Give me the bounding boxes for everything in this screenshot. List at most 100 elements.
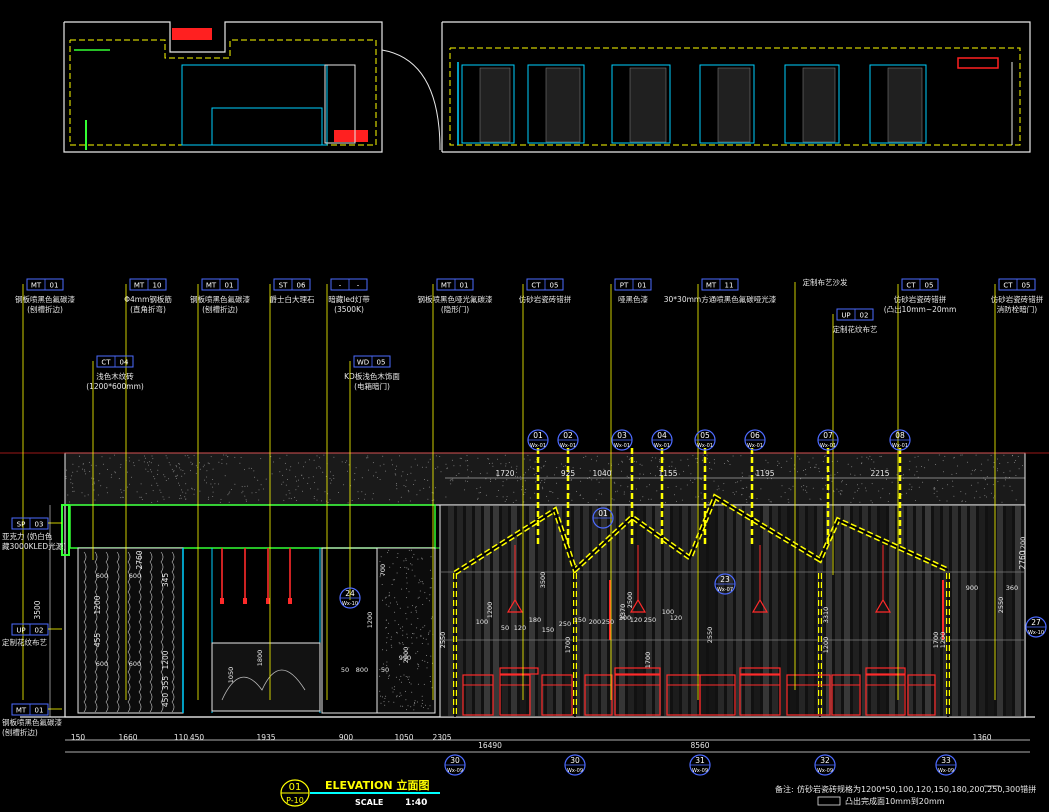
marker-sheet: Wx-09 bbox=[567, 768, 583, 774]
left-material-tag: UP 02 定制花纹布艺 bbox=[2, 623, 62, 647]
tag-description: 藏3000KLED光源) bbox=[2, 541, 66, 551]
dimension-detail: 2500 bbox=[626, 592, 634, 609]
dimension-detail: 1200 bbox=[366, 612, 374, 629]
tag-description: 定制布艺沙发 bbox=[803, 277, 848, 287]
marker-number: 33 bbox=[941, 756, 951, 765]
dimension-detail: 1700 bbox=[644, 652, 652, 669]
marker-sheet: Wx-09 bbox=[692, 768, 708, 774]
tag-description: (1200*600mm) bbox=[86, 382, 144, 391]
tag-number: 01 bbox=[35, 707, 44, 715]
tag-number: 10 bbox=[153, 282, 162, 290]
marker-sheet: Wx-09 bbox=[817, 768, 833, 774]
tag-description: 哑黑色漆 bbox=[618, 294, 648, 304]
tag-code: CT bbox=[101, 359, 111, 367]
dimension-detail: 50 bbox=[381, 666, 389, 674]
dimension-detail: 600 bbox=[96, 660, 108, 668]
tag-number: 05 bbox=[377, 359, 386, 367]
dimension-detail: 150 bbox=[542, 626, 554, 634]
frame-marker: 05 Wx-01 bbox=[694, 429, 716, 451]
elevation-view bbox=[0, 448, 1049, 718]
dimension-detail: 1700 bbox=[564, 637, 572, 654]
dimension-detail: 50 bbox=[341, 666, 349, 674]
marker-sheet: Wx-10 bbox=[1028, 630, 1044, 636]
marker-number: 01 bbox=[533, 431, 543, 440]
dimension-detail: 150 bbox=[574, 616, 586, 624]
tag-code: MT bbox=[16, 707, 27, 715]
tag-description: 钢板喷黑色氟碳漆 bbox=[15, 294, 75, 304]
dimension-detail: 3370 bbox=[619, 604, 627, 621]
dimension-detail: 50 bbox=[501, 624, 509, 632]
tag-code: PT bbox=[620, 282, 629, 290]
dimension-vertical: 2760 bbox=[135, 550, 144, 569]
dimension-detail: 1200 bbox=[822, 637, 830, 654]
tag-number: 02 bbox=[35, 627, 44, 635]
dimension-vertical: 1200 bbox=[161, 650, 170, 669]
dimension-bottom: 2305 bbox=[432, 733, 451, 742]
dimension-detail: 120 bbox=[670, 614, 682, 622]
tag-description: 仿砂岩瓷砖错拼 bbox=[519, 294, 572, 304]
marker-sheet: Wx-09 bbox=[447, 768, 463, 774]
tag-number: 06 bbox=[297, 282, 306, 290]
dimension-bottom: 150 bbox=[71, 733, 86, 742]
dimension-detail: 900 bbox=[966, 584, 978, 592]
tag-code: UP bbox=[841, 312, 850, 320]
tag-description: 爵士白大理石 bbox=[270, 294, 315, 304]
tag-description: Φ4mm钢板筋 bbox=[124, 294, 172, 304]
tag-code: CT bbox=[531, 282, 541, 290]
dimension-vertical: 450 bbox=[161, 693, 170, 708]
tag-code: MT bbox=[706, 282, 717, 290]
marker-number: 30 bbox=[450, 756, 460, 765]
section-marker: 30 Wx-09 bbox=[444, 754, 466, 776]
dimension-detail: 1200 bbox=[1019, 537, 1027, 554]
title-sheet: P-10 bbox=[286, 796, 304, 805]
tag-number: 01 bbox=[460, 282, 469, 290]
dimension-top: 1155 bbox=[658, 469, 677, 478]
tag-description: 浅色木纹砖 bbox=[96, 371, 134, 381]
marker-sheet: Wx-01 bbox=[530, 443, 546, 449]
tag-code: - bbox=[339, 282, 342, 290]
frame-marker: 04 Wx-01 bbox=[651, 429, 673, 451]
floor-plan bbox=[63, 21, 1031, 153]
title-scale-value: 1:40 bbox=[405, 798, 427, 808]
tag-number: 05 bbox=[550, 282, 559, 290]
marker-number: 30 bbox=[570, 756, 580, 765]
tag-description: (凸出10mm~20mm bbox=[884, 304, 957, 314]
dimension-detail: 120 bbox=[630, 616, 642, 624]
marker-number: 32 bbox=[820, 756, 830, 765]
tag-code: CT bbox=[1003, 282, 1013, 290]
title-block: 01 P-10 ELEVATION 立面图 SCALE 1:40 bbox=[280, 778, 440, 808]
dimension-top: 925 bbox=[561, 469, 576, 478]
dimension-bottom: 1660 bbox=[118, 733, 137, 742]
marker-number: 06 bbox=[750, 431, 760, 440]
tag-code: UP bbox=[16, 627, 25, 635]
marker-number: 03 bbox=[617, 431, 627, 440]
tag-description: (3500K) bbox=[334, 305, 364, 314]
tag-code: WD bbox=[357, 359, 369, 367]
plan-booths bbox=[461, 64, 927, 144]
tag-description: (隐形门) bbox=[441, 304, 469, 314]
tag-description: 钢板喷黑色哑光氟碳漆 bbox=[418, 294, 493, 304]
dimension-top: 2215 bbox=[870, 469, 889, 478]
marker-number: 07 bbox=[823, 431, 833, 440]
tag-description: 暗藏led灯带 bbox=[328, 294, 370, 304]
left-material-tag: SP 03 亚克力 (奶白色藏3000KLED光源) bbox=[2, 517, 66, 551]
tag-description: KD板浅色木饰面 bbox=[344, 371, 400, 381]
dimension-detail: 180 bbox=[529, 616, 541, 624]
dimension-top: 1040 bbox=[592, 469, 611, 478]
dimension-detail: 2550 bbox=[997, 597, 1005, 614]
tag-description: 仿砂岩瓷砖错拼 bbox=[991, 294, 1044, 304]
tag-number: 01 bbox=[225, 282, 234, 290]
drawing-note: 备注: 仿砂岩瓷砖规格为1200*50,100,120,150,180,200,… bbox=[775, 784, 1036, 806]
marker-number: 08 bbox=[895, 431, 905, 440]
dimension-detail: 600 bbox=[129, 660, 141, 668]
tag-number: - bbox=[357, 282, 360, 290]
tag-code: MT bbox=[206, 282, 217, 290]
marker-sheet: Wx-01 bbox=[892, 443, 908, 449]
tag-description: 消防栓暗门) bbox=[997, 304, 1037, 314]
dimension-vertical: 345 bbox=[161, 573, 170, 588]
section-marker: 32 Wx-09 bbox=[814, 754, 836, 776]
dimension-bottom: 1935 bbox=[256, 733, 275, 742]
dimension-detail: 200 bbox=[589, 618, 601, 626]
title-scale-label: SCALE bbox=[355, 798, 383, 807]
dimension-top: 1195 bbox=[755, 469, 774, 478]
